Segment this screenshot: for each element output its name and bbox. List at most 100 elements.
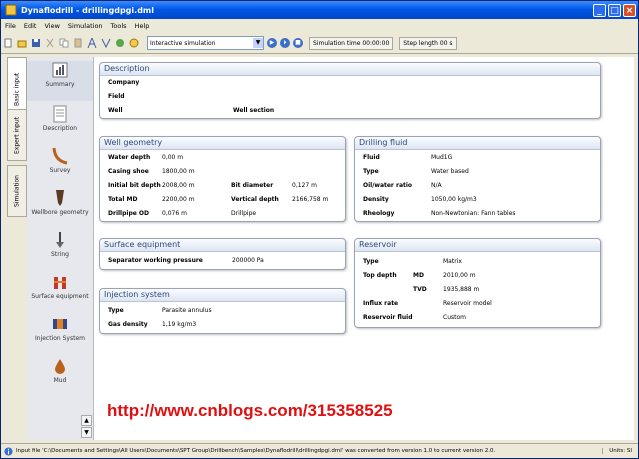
- panel-title: Well geometry: [100, 137, 345, 150]
- maximize-button[interactable]: □: [608, 3, 621, 17]
- menu-tools[interactable]: Tools: [107, 22, 131, 30]
- water-depth-label: Water depth: [108, 154, 151, 161]
- reservoir-type-value: Matrix: [443, 258, 462, 265]
- chevron-down-icon[interactable]: ▼: [253, 38, 263, 48]
- casing-shoe-value: 1800,00 m: [162, 168, 195, 175]
- reservoir-fluid-label: Reservoir fluid: [363, 314, 413, 321]
- simulation-mode-select[interactable]: Interactive simulation ▼: [147, 36, 264, 50]
- string-icon: [56, 232, 64, 248]
- description-panel: Description Company Field Well Well sect…: [99, 62, 601, 119]
- settings-icon[interactable]: [115, 38, 125, 48]
- copy-icon[interactable]: [59, 38, 69, 48]
- rig-icon[interactable]: [87, 38, 97, 48]
- close-button[interactable]: ×: [623, 3, 636, 17]
- panel-title: Injection system: [100, 289, 345, 302]
- left-tab-strip: Basic input Expert input Simulation: [5, 57, 27, 440]
- reservoir-fluid-value: Custom: [443, 314, 466, 321]
- sidebar-item-label: Mud: [53, 377, 67, 384]
- watermark-url: http://www.cnblogs.com/315358525: [107, 401, 393, 420]
- gas-density-label: Gas density: [108, 321, 148, 328]
- separator-pressure-value: 200000 Pa: [232, 257, 264, 264]
- oil-water-ratio-label: Oil/water ratio: [363, 182, 413, 189]
- md-value: 2010,00 m: [443, 272, 476, 279]
- drillpipe-od-value: 0,076 m: [162, 210, 187, 217]
- surface-equipment-panel: Surface equipment Separator working pres…: [99, 238, 346, 270]
- sidebar-item-survey[interactable]: Survey: [27, 147, 93, 181]
- injection-type-label: Type: [108, 307, 124, 314]
- top-depth-label: Top depth: [363, 272, 397, 279]
- gas-density-value: 1,19 kg/m3: [162, 321, 197, 328]
- fluid-type-value: Water based: [431, 168, 469, 175]
- title-bar: Dynaflodrill - drillingdpgi.dml _ □ ×: [1, 1, 638, 19]
- sidebar-item-label: Injection System: [34, 335, 85, 342]
- rheology-value: Non-Newtonian: Fann tables: [431, 210, 516, 217]
- initial-bit-depth-label: Initial bit depth: [108, 182, 161, 189]
- sidebar-item-mud[interactable]: Mud: [27, 357, 93, 391]
- sidebar-item-surface-equipment[interactable]: Surface equipment: [27, 273, 93, 307]
- surface-equipment-icon: [54, 277, 66, 289]
- sidebar-item-label: Description: [42, 125, 78, 132]
- injection-type-value: Parasite annulus: [162, 307, 212, 314]
- paste-icon[interactable]: [73, 38, 83, 48]
- well-icon[interactable]: [101, 38, 111, 48]
- status-bar: Input file 'C:\Documents and Settings\Al…: [1, 443, 638, 458]
- drillpipe-value: Drillpipe: [231, 210, 257, 217]
- menu-help[interactable]: Help: [131, 22, 154, 30]
- sidebar-item-injection-system[interactable]: Injection System: [27, 315, 93, 349]
- sidebar-item-description[interactable]: Description: [27, 105, 93, 139]
- scroll-up-button[interactable]: ▲: [81, 415, 92, 426]
- save-icon[interactable]: [31, 38, 41, 48]
- cut-icon[interactable]: [45, 38, 55, 48]
- menu-bar: File Edit View Simulation Tools Help: [1, 20, 638, 32]
- status-message: Input file 'C:\Documents and Settings\Al…: [16, 448, 496, 454]
- info-icon: [4, 446, 13, 456]
- oil-water-ratio-value: N/A: [431, 182, 442, 189]
- panel-title: Surface equipment: [100, 239, 345, 252]
- app-icon: [5, 4, 17, 16]
- new-file-icon[interactable]: [3, 38, 13, 48]
- description-icon: [53, 105, 67, 123]
- drillpipe-od-label: Drillpipe OD: [108, 210, 149, 217]
- tab-expert-input[interactable]: Expert input: [7, 109, 27, 161]
- menu-file[interactable]: File: [1, 22, 20, 30]
- sidebar-item-summary[interactable]: Summary: [27, 61, 93, 101]
- bit-diameter-value: 0,127 m: [292, 182, 317, 189]
- panel-title: Description: [100, 63, 600, 76]
- hand-icon[interactable]: [129, 38, 139, 48]
- scroll-down-button[interactable]: ▼: [81, 427, 92, 438]
- sidebar-item-wellbore-geometry[interactable]: Wellbore geometry: [27, 189, 93, 223]
- toolbar: Interactive simulation ▼ ▶ ⏵ ■ Simulatio…: [1, 33, 638, 54]
- company-label: Company: [108, 79, 140, 86]
- play-icon[interactable]: ▶: [267, 38, 277, 48]
- well-label: Well: [108, 107, 123, 114]
- step-icon[interactable]: ⏵: [280, 38, 290, 48]
- sidebar-item-label: Survey: [49, 167, 71, 174]
- total-md-label: Total MD: [108, 196, 138, 203]
- vertical-depth-value: 2166,758 m: [292, 196, 329, 203]
- fluid-label: Fluid: [363, 154, 380, 161]
- well-geometry-panel: Well geometry Water depth 0,00 m Casing …: [99, 136, 346, 222]
- tab-simulation[interactable]: Simulation: [7, 165, 27, 217]
- sidebar: Summary Description Survey Wellbore geom…: [27, 57, 94, 440]
- sidebar-item-label: Surface equipment: [31, 293, 89, 300]
- injection-system-panel: Injection system Type Parasite annulus G…: [99, 288, 346, 334]
- menu-simulation[interactable]: Simulation: [64, 22, 107, 30]
- vertical-depth-label: Vertical depth: [231, 196, 279, 203]
- injection-system-icon: [53, 319, 67, 329]
- influx-rate-label: Influx rate: [363, 300, 399, 307]
- sidebar-item-string[interactable]: String: [27, 231, 93, 265]
- well-section-label: Well section: [233, 107, 275, 114]
- minimize-button[interactable]: _: [593, 3, 606, 17]
- menu-view[interactable]: View: [40, 22, 63, 30]
- step-length: Step length 00 s: [399, 36, 457, 50]
- stop-icon[interactable]: ■: [293, 38, 303, 48]
- density-label: Density: [363, 196, 389, 203]
- water-depth-value: 0,00 m: [162, 154, 184, 161]
- md-label: MD: [413, 272, 424, 279]
- sidebar-item-label: Wellbore geometry: [31, 209, 89, 216]
- survey-icon: [52, 147, 68, 165]
- open-folder-icon[interactable]: [17, 38, 27, 48]
- menu-edit[interactable]: Edit: [20, 22, 41, 30]
- influx-rate-value: Reservoir model: [443, 300, 492, 307]
- main-content: Description Company Field Well Well sect…: [94, 57, 634, 440]
